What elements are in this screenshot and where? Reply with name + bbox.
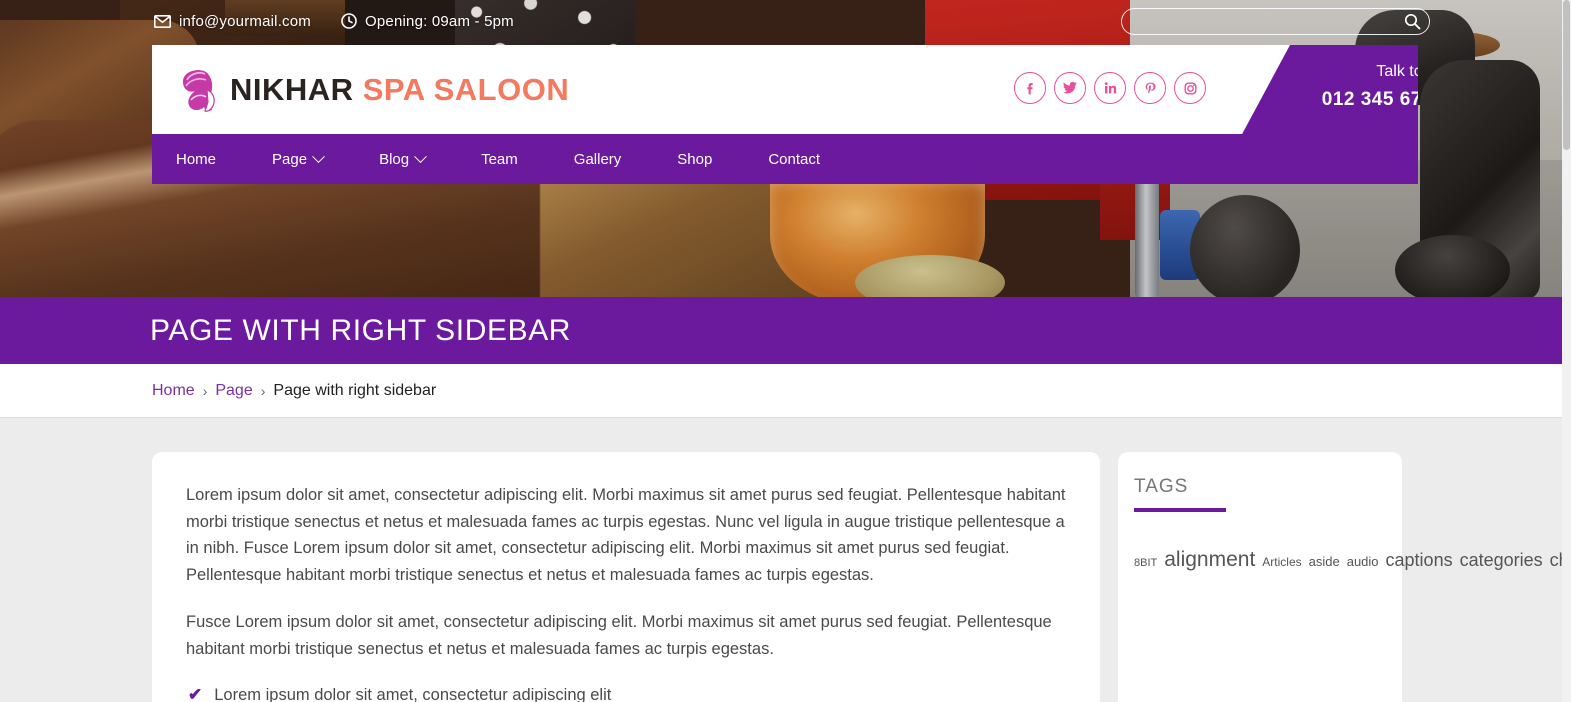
tag-link[interactable]: categories (1460, 550, 1543, 570)
list-item: ✔ Lorem ipsum dolor sit amet, consectetu… (186, 682, 1066, 702)
facebook-icon[interactable] (1014, 72, 1046, 104)
nav-item-page[interactable]: Page (244, 134, 351, 184)
envelope-icon (154, 14, 171, 28)
breadcrumb-home[interactable]: Home (152, 382, 195, 400)
page-root: info@yourmail.com Opening: 09am - 5pm NI… (0, 0, 1571, 702)
list-item-label: Lorem ipsum dolor sit amet, consectetur … (214, 685, 612, 702)
nav-item-shop[interactable]: Shop (649, 134, 740, 184)
main-content-area: Lorem ipsum dolor sit amet, consectetur … (0, 419, 1571, 702)
nav-item-gallery[interactable]: Gallery (546, 134, 650, 184)
clock-icon (341, 13, 357, 29)
chevron-down-icon (414, 149, 427, 163)
instagram-icon[interactable] (1174, 72, 1206, 104)
tag-link[interactable]: aside (1309, 554, 1340, 569)
feature-list: ✔ Lorem ipsum dolor sit amet, consectetu… (186, 682, 1066, 702)
site-header: NIKHAR SPA SALOON Talk to us 012 345 678… (152, 45, 1418, 134)
nav-item-team[interactable]: Team (453, 134, 546, 184)
phone-number[interactable]: 012 345 6789 (1212, 89, 1418, 111)
breadcrumb-page[interactable]: Page (215, 382, 252, 400)
search-input[interactable] (1122, 9, 1395, 34)
nav-label: Gallery (573, 150, 622, 168)
tag-link[interactable]: alignment (1164, 548, 1255, 571)
main-navigation: Home Page Blog Team Gallery Shop Contact (152, 134, 1418, 184)
check-icon: ✔ (188, 685, 203, 702)
breadcrumb-current: Page with right sidebar (273, 381, 437, 399)
search-box[interactable] (1121, 8, 1430, 35)
page-scrollbar[interactable] (1562, 0, 1571, 702)
article-paragraph-1: Lorem ipsum dolor sit amet, consectetur … (186, 486, 1066, 585)
nav-label: Contact (768, 150, 821, 168)
breadcrumb-separator: › (202, 382, 208, 399)
nav-item-blog[interactable]: Blog (351, 134, 453, 184)
breadcrumb-bar: Home › Page › Page with right sidebar (0, 364, 1571, 418)
article-paragraph-2: Fusce Lorem ipsum dolor sit amet, consec… (186, 612, 1052, 658)
linkedin-icon[interactable] (1094, 72, 1126, 104)
nav-label: Team (481, 150, 518, 168)
nav-item-contact[interactable]: Contact (740, 134, 848, 184)
nav-label: Home (176, 150, 217, 168)
talk-to-us-block: Talk to us 012 345 6789 (1212, 45, 1418, 134)
talk-to-us-label: Talk to us (1376, 63, 1418, 80)
page-title-banner: PAGE WITH RIGHT SIDEBAR (0, 297, 1571, 364)
tag-link[interactable]: captions (1386, 550, 1453, 570)
tags-title-underline (1134, 508, 1226, 512)
social-links (1014, 72, 1206, 104)
email-contact[interactable]: info@yourmail.com (154, 13, 311, 30)
logo-primary-text: NIKHAR (230, 71, 354, 107)
nav-item-home[interactable]: Home (152, 134, 244, 184)
sidebar-tags-widget: TAGS 8BIT alignment Articles aside audio capt… (1118, 452, 1571, 702)
twitter-icon[interactable] (1054, 72, 1086, 104)
nav-label: Page (272, 150, 308, 168)
tag-link[interactable]: 8BIT (1134, 557, 1157, 569)
breadcrumb: Home › Page › Page with right sidebar (152, 382, 436, 400)
pinterest-icon[interactable] (1134, 72, 1166, 104)
search-icon[interactable] (1395, 13, 1429, 30)
article-card: Lorem ipsum dolor sit amet, consectetur … (152, 452, 1100, 702)
logo-secondary-text: SPA SALOON (362, 71, 570, 107)
scrollbar-thumb[interactable] (1563, 0, 1570, 150)
opening-hours: Opening: 09am - 5pm (341, 13, 514, 30)
tag-link[interactable]: Articles (1262, 555, 1301, 569)
page-title: PAGE WITH RIGHT SIDEBAR (150, 313, 572, 347)
site-logo[interactable]: NIKHAR SPA SALOON (174, 66, 569, 114)
nav-label: Shop (677, 150, 713, 168)
woman-hair-bun-icon (174, 66, 226, 114)
breadcrumb-separator: › (260, 382, 266, 399)
tags-widget-title: TAGS (1134, 476, 1189, 497)
hours-text: Opening: 09am - 5pm (365, 12, 514, 30)
email-text: info@yourmail.com (179, 12, 311, 30)
top-utility-bar: info@yourmail.com Opening: 09am - 5pm (0, 0, 1571, 42)
chevron-down-icon (312, 149, 325, 163)
tag-cloud: 8BIT alignment Articles aside audio captions c… (1134, 532, 1571, 583)
tag-link[interactable]: audio (1347, 554, 1379, 569)
nav-label: Blog (379, 150, 410, 168)
